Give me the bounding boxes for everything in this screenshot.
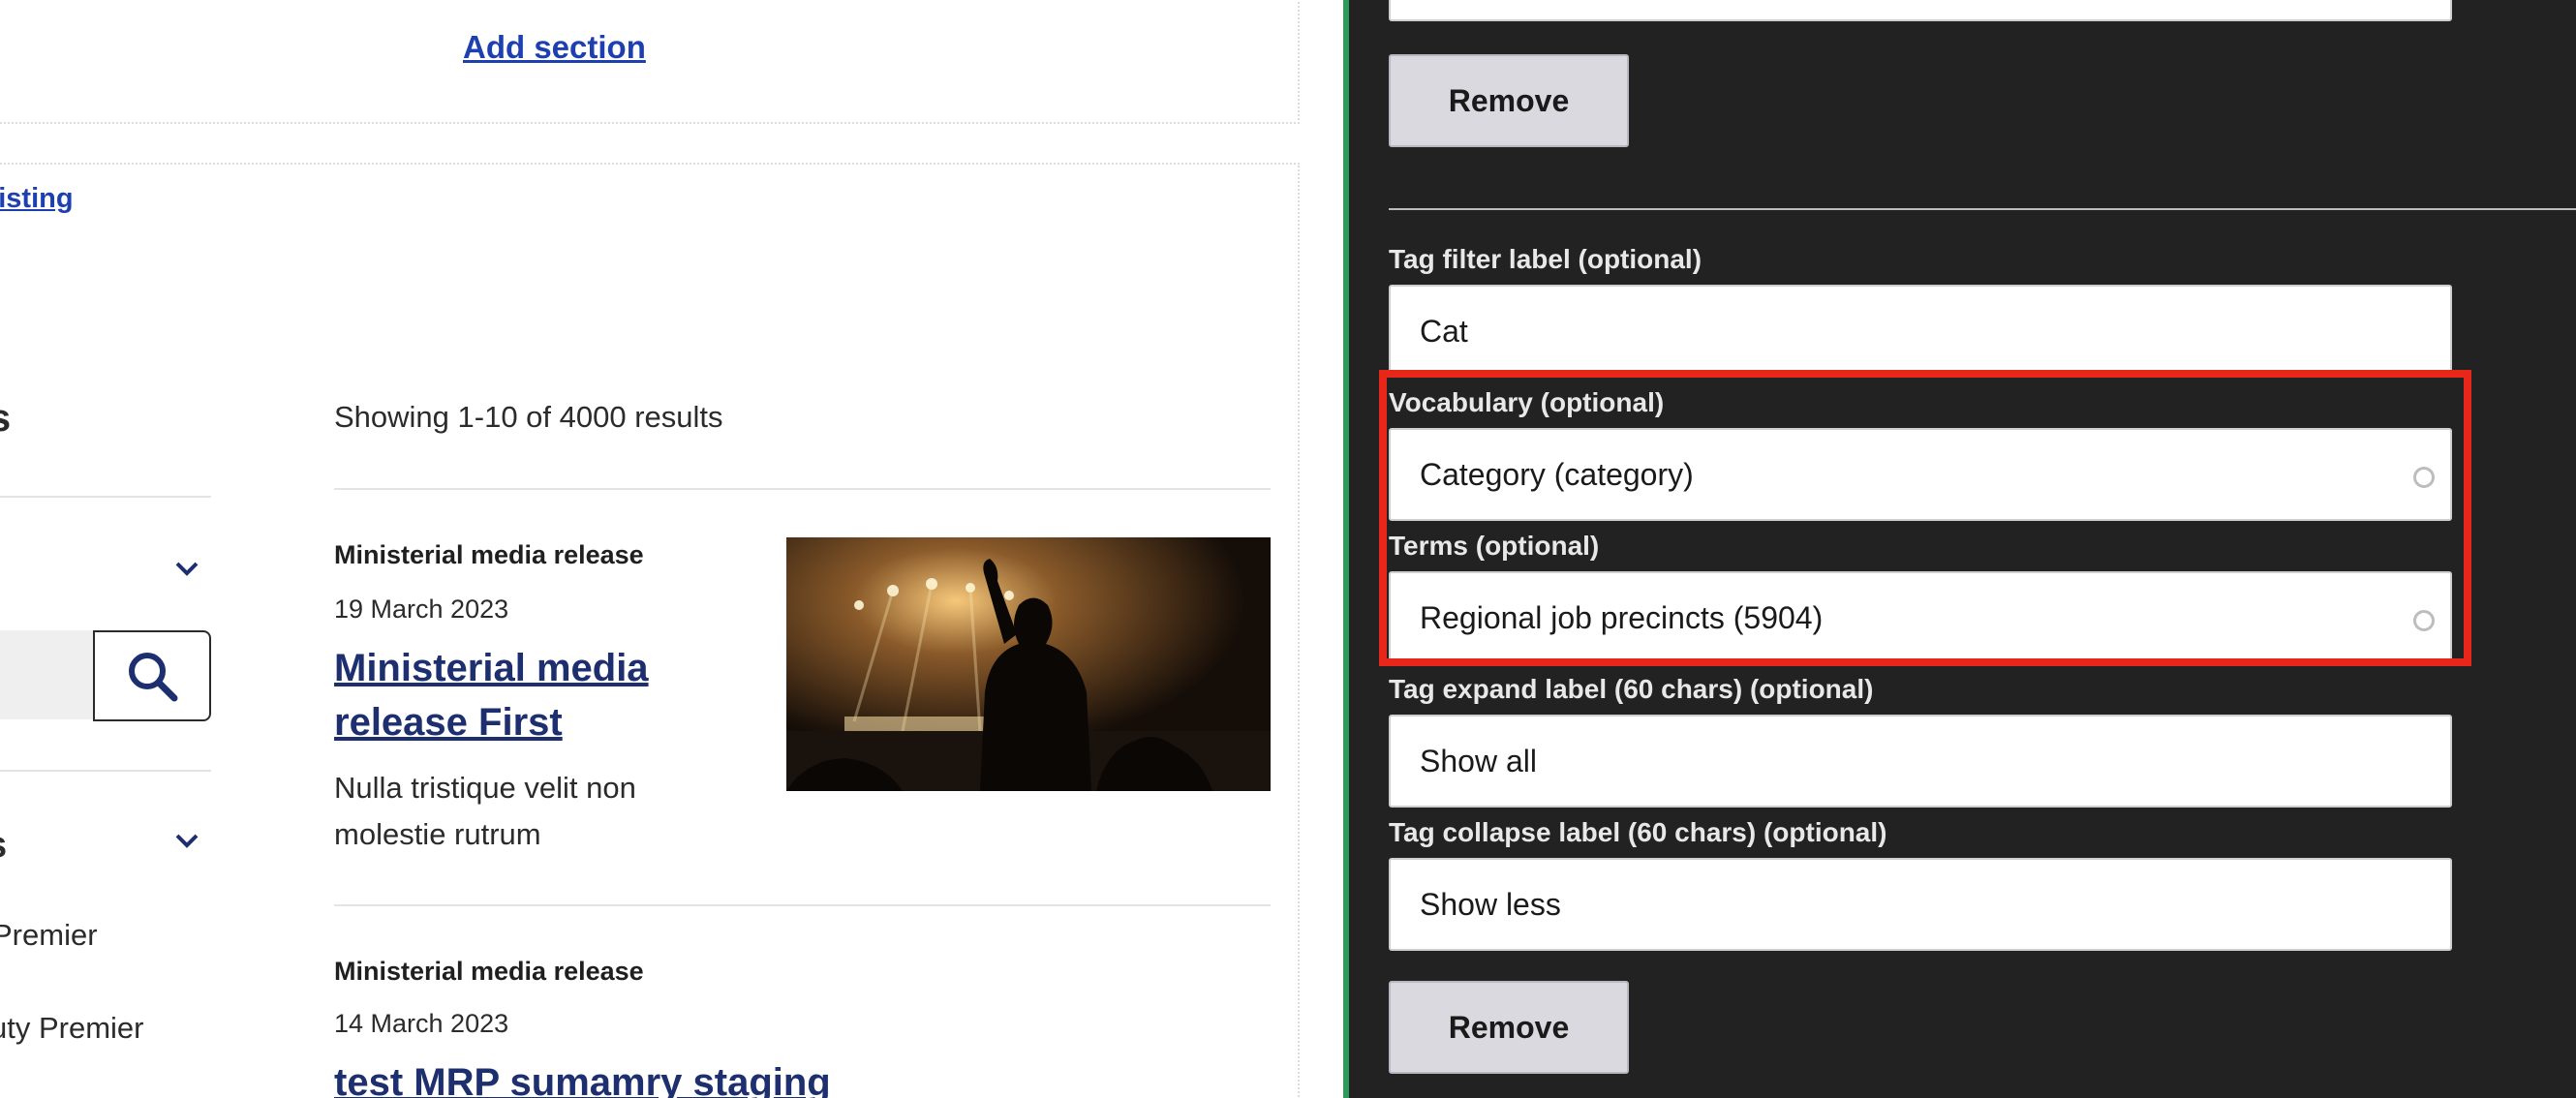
card-title-line: Ministerial media — [334, 647, 649, 689]
card-description: Nulla tristique velit non molestie rutru… — [334, 765, 721, 858]
vocabulary-label: Vocabulary (optional) — [1389, 387, 1665, 417]
card-title-link[interactable]: Ministerial media release First — [334, 641, 649, 749]
filter-option[interactable]: Premier — [0, 918, 98, 953]
results-divider — [334, 488, 1271, 490]
terms-value: Regional job precincts (5904) — [1420, 599, 1824, 635]
tag-collapse-label-input[interactable]: Show less — [1389, 858, 2452, 951]
tag-filter-label-input[interactable]: Cat — [1389, 285, 2452, 378]
select-indicator-icon — [2413, 610, 2435, 631]
search-input[interactable] — [0, 630, 95, 719]
card-title-line: test MRP sumamry staging — [334, 1061, 831, 1098]
panel-edge — [1343, 0, 1349, 1098]
tag-expand-label-input[interactable]: Show all — [1389, 715, 2452, 808]
previous-field-input[interactable] — [1389, 0, 2452, 21]
card-type: Ministerial media release — [334, 957, 644, 986]
card-title-link[interactable]: test MRP sumamry staging — [334, 1055, 831, 1098]
chevron-down-icon[interactable] — [172, 554, 201, 583]
add-section-link[interactable]: Add section — [463, 29, 646, 66]
card-date: 14 March 2023 — [334, 1009, 509, 1038]
remove-button[interactable]: Remove — [1389, 54, 1629, 147]
edit-listing-link[interactable]: e listing — [0, 183, 74, 215]
filter-divider — [0, 496, 211, 498]
filter-option[interactable]: uty Premier — [0, 1011, 143, 1046]
tag-filter-label-label: Tag filter label (optional) — [1389, 244, 1702, 274]
panel-divider — [1389, 208, 2576, 210]
results-heading: ults — [0, 397, 11, 441]
vocabulary-select[interactable]: Category (category) — [1389, 428, 2452, 521]
card-description-line: Nulla tristique velit non — [334, 771, 636, 805]
tag-expand-label-label: Tag expand label (60 chars) (optional) — [1389, 674, 1874, 704]
tag-collapse-label-label: Tag collapse label (60 chars) (optional) — [1389, 817, 1887, 847]
chevron-down-icon[interactable] — [172, 826, 201, 855]
remove-button[interactable]: Remove — [1389, 981, 1629, 1074]
card-type: Ministerial media release — [334, 540, 644, 569]
terms-select[interactable]: Regional job precincts (5904) — [1389, 571, 2452, 664]
card-description-line: molestie rutrum — [334, 817, 541, 851]
filter-divider — [0, 770, 211, 772]
filter-heading: s — [0, 825, 7, 867]
card-title-line: release First — [334, 701, 563, 744]
search-icon — [129, 653, 178, 702]
card-date: 19 March 2023 — [334, 595, 509, 624]
add-section-zone — [0, 0, 1300, 124]
terms-label: Terms (optional) — [1389, 531, 1600, 561]
results-divider — [334, 904, 1271, 906]
card-image-concert — [786, 537, 1271, 791]
page-preview: Add section e listing ults s Premier uty… — [0, 0, 1346, 1098]
select-indicator-icon — [2413, 467, 2435, 488]
search-button[interactable] — [93, 630, 211, 721]
results-count: Showing 1-10 of 4000 results — [334, 400, 723, 434]
vocabulary-value: Category (category) — [1420, 456, 1694, 492]
